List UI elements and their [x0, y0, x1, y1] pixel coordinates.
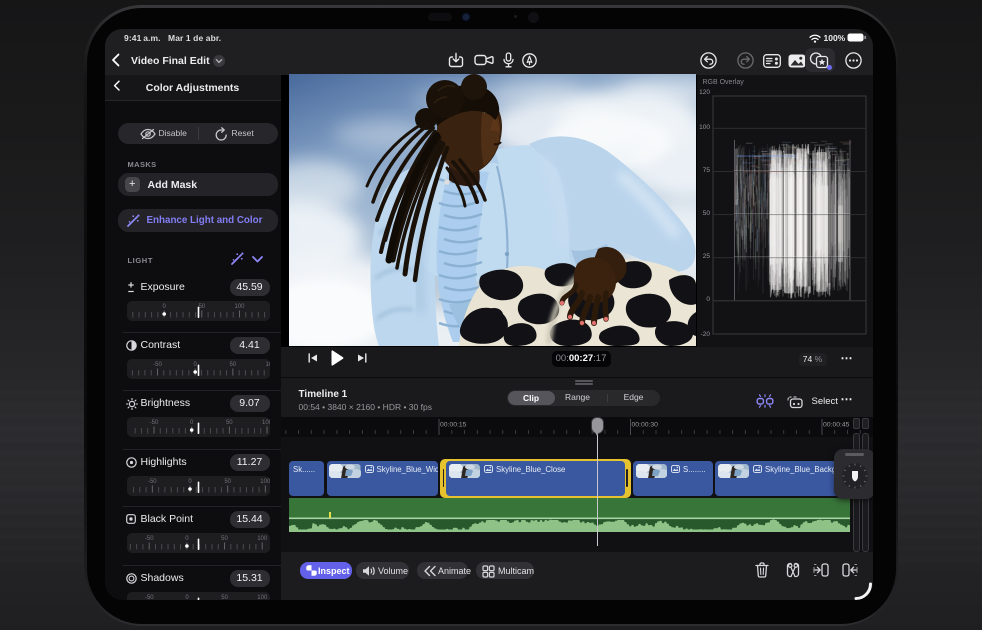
svg-text:50: 50 — [224, 478, 231, 484]
svg-text:50: 50 — [198, 303, 205, 309]
svg-text:50: 50 — [226, 420, 233, 426]
svg-text:100: 100 — [257, 536, 268, 542]
svg-text:100: 100 — [265, 362, 270, 368]
svg-text:50: 50 — [221, 536, 228, 542]
svg-text:100: 100 — [234, 303, 245, 309]
svg-text:00:00:15: 00:00:15 — [440, 421, 467, 428]
svg-text:00:00:45: 00:00:45 — [823, 421, 850, 428]
svg-text:-50: -50 — [150, 420, 159, 426]
svg-text:-50: -50 — [145, 536, 154, 542]
svg-text:100: 100 — [260, 478, 270, 484]
svg-text:-50: -50 — [153, 362, 162, 368]
svg-text:100: 100 — [262, 420, 270, 426]
svg-text:50: 50 — [229, 362, 236, 368]
svg-text:-50: -50 — [145, 594, 154, 600]
svg-text:50: 50 — [221, 594, 228, 600]
svg-text:-50: -50 — [148, 478, 157, 484]
svg-text:100: 100 — [257, 594, 268, 600]
svg-text:00:00:30: 00:00:30 — [632, 421, 659, 428]
